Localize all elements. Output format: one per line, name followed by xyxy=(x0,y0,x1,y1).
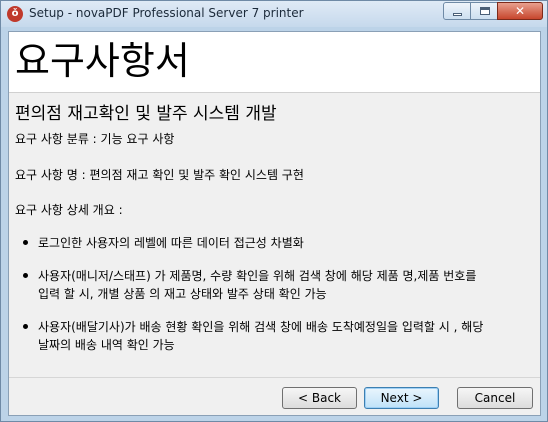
list-item: 사용자(매니저/스태프) 가 제품명, 수량 확인을 위해 검색 창에 해당 제… xyxy=(23,267,476,303)
bullet-text-line1: 사용자(매니저/스태프) 가 제품명, 수량 확인을 위해 검색 창에 해당 제… xyxy=(38,269,477,283)
overview-label: 요구 사항 상세 개요 : xyxy=(15,203,123,217)
name-line: 요구 사항 명 : 편의점 재고 확인 및 발주 확인 시스템 구현 xyxy=(15,168,304,182)
bullet-text-line1: 사용자(배달기사)가 배송 현황 확인을 위해 검색 창에 배송 도착예정일을 … xyxy=(38,320,484,334)
close-icon: ✕ xyxy=(514,4,526,18)
list-item: 로그인한 사용자의 레벨에 따른 데이터 접근성 차별화 xyxy=(23,234,304,252)
window-title: Setup - novaPDF Professional Server 7 pr… xyxy=(29,6,304,20)
setup-window: ǒ Setup - novaPDF Professional Server 7 … xyxy=(0,0,548,422)
minimize-button[interactable] xyxy=(443,2,471,20)
title-bar[interactable]: ǒ Setup - novaPDF Professional Server 7 … xyxy=(1,1,547,27)
wizard-footer: < Back Next > Cancel xyxy=(9,377,540,415)
page-subtitle: 편의점 재고확인 및 발주 시스템 개발 xyxy=(15,104,277,124)
category-line: 요구 사항 분류 : 기능 요구 사항 xyxy=(15,132,175,146)
wizard-client-area: 요구사항서 편의점 재고확인 및 발주 시스템 개발 요구 사항 분류 : 기능… xyxy=(8,31,541,416)
minimize-icon xyxy=(453,13,462,16)
page-title: 요구사항서 xyxy=(15,39,190,83)
wizard-content: 편의점 재고확인 및 발주 시스템 개발 요구 사항 분류 : 기능 요구 사항… xyxy=(9,92,540,378)
bullet-text-line1: 로그인한 사용자의 레벨에 따른 데이터 접근성 차별화 xyxy=(38,236,304,250)
list-item: 사용자(배달기사)가 배송 현황 확인을 위해 검색 창에 배송 도착예정일을 … xyxy=(23,318,483,354)
close-button[interactable]: ✕ xyxy=(497,2,543,20)
window-controls: ✕ xyxy=(443,2,543,20)
bullet-text-line2: 입력 할 시, 개별 상품 의 재고 상태와 발주 상태 확인 가능 xyxy=(38,287,327,301)
maximize-icon xyxy=(480,7,490,15)
wizard-header: 요구사항서 xyxy=(9,32,540,92)
novapdf-app-icon: ǒ xyxy=(7,6,23,22)
cancel-button[interactable]: Cancel xyxy=(457,387,533,409)
bullet-dot-icon xyxy=(23,240,28,245)
bullet-dot-icon xyxy=(23,273,28,278)
maximize-button[interactable] xyxy=(470,2,498,20)
next-button[interactable]: Next > xyxy=(364,387,439,409)
back-button[interactable]: < Back xyxy=(282,387,357,409)
bullet-dot-icon xyxy=(23,324,28,329)
bullet-text-line2: 날짜의 배송 내역 확인 가능 xyxy=(38,338,175,352)
